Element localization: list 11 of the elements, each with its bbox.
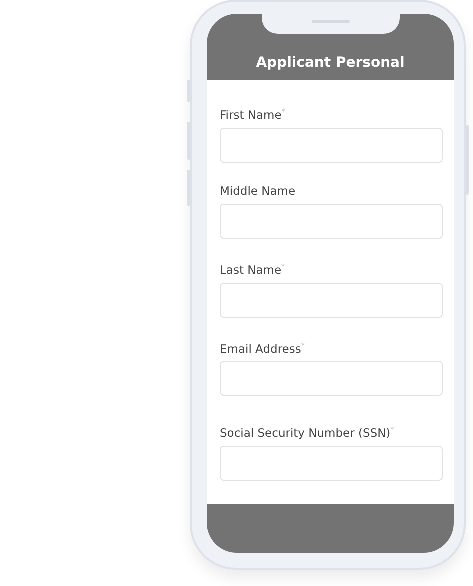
field-label: First Name$^{*}$ xyxy=(220,106,286,122)
text-field[interactable] xyxy=(220,204,443,239)
text-field[interactable] xyxy=(220,282,443,318)
field-label: Last Name$^{*}$ xyxy=(220,262,286,277)
field-label: Middle Name xyxy=(220,184,297,198)
field-label: Email Address$^{*}$ xyxy=(220,340,306,356)
text-field[interactable] xyxy=(220,361,443,396)
text-field[interactable] xyxy=(220,446,443,482)
field-label: Social Security Number (SSN)$^{*}$ xyxy=(220,425,396,440)
text-field[interactable] xyxy=(220,128,443,163)
screen-title: Applicant Personal xyxy=(256,55,405,71)
